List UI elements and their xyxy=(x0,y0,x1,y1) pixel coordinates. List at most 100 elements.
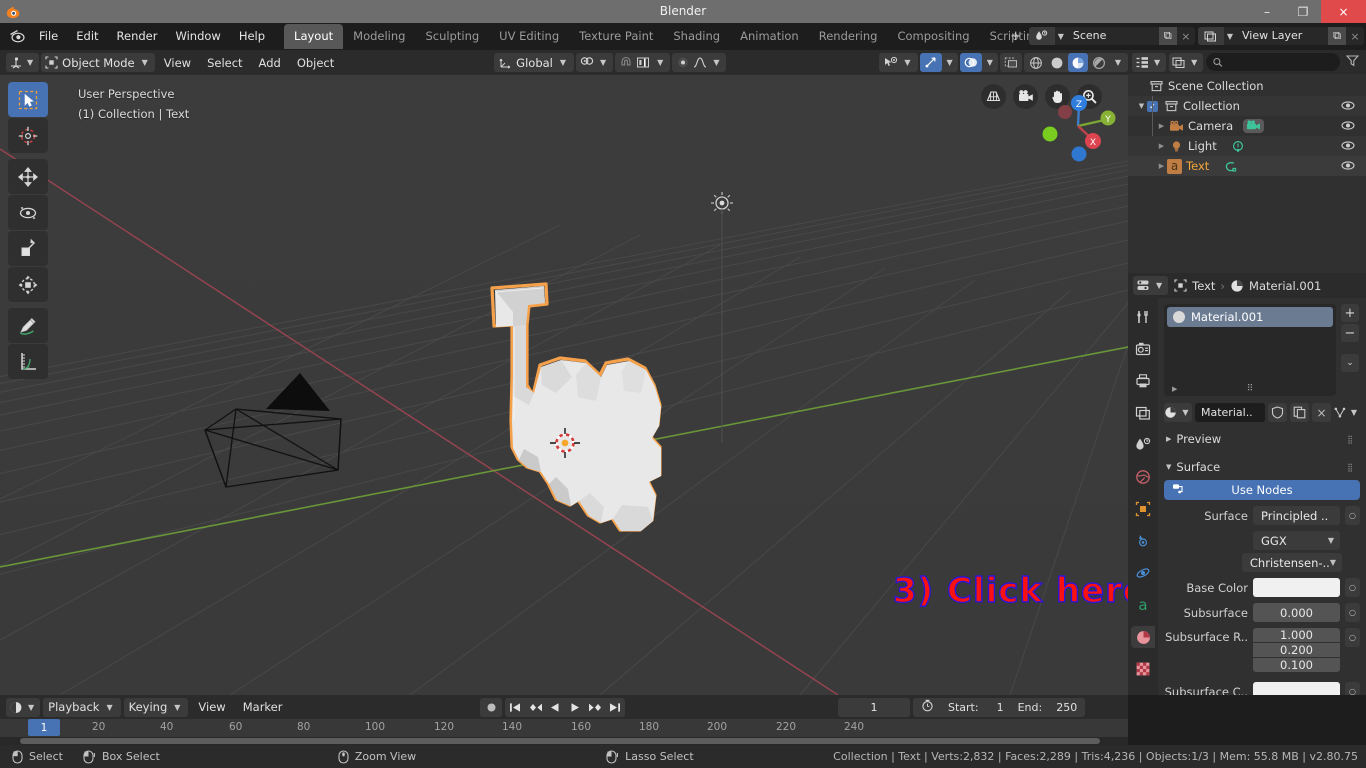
expand-icon[interactable]: ▶ xyxy=(1172,385,1177,393)
outliner-row-text[interactable]: ▶ a Text xyxy=(1128,156,1366,176)
outliner-row-camera[interactable]: ▶ Camera xyxy=(1128,116,1366,136)
delete-viewlayer-button[interactable]: × xyxy=(1346,27,1364,45)
tab-uv-editing[interactable]: UV Editing xyxy=(489,24,569,49)
viewport-menu-select[interactable]: Select xyxy=(200,53,249,73)
outliner-filter-icon[interactable] xyxy=(1343,54,1362,70)
snapping-toggle[interactable]: ▼ xyxy=(576,53,614,72)
properties-editor[interactable]: ▼ Text › Material.001 a Material.001 ▶ ⠿… xyxy=(1128,273,1366,695)
chevron-right-icon[interactable]: ▶ xyxy=(1156,122,1167,130)
menu-help[interactable]: Help xyxy=(230,26,274,46)
subsurface-color-swatch[interactable] xyxy=(1253,682,1340,695)
material-slot-list[interactable]: Material.001 ▶ ⠿ xyxy=(1164,304,1336,396)
timeline-menu-marker[interactable]: Marker xyxy=(236,697,290,717)
editor-type-selector[interactable]: ▼ xyxy=(6,53,40,72)
annotate-tool[interactable] xyxy=(8,308,48,343)
material-name-field[interactable]: Material.. xyxy=(1195,403,1265,422)
subsurface-link-icon[interactable]: ○ xyxy=(1345,603,1360,622)
timeline-playhead[interactable]: 1 xyxy=(28,719,60,736)
3d-viewport[interactable]: ▼ Object Mode ▼ View Select Add Object G… xyxy=(0,50,1128,695)
tab-texture-paint[interactable]: Texture Paint xyxy=(569,24,663,49)
outliner-editor[interactable]: ▼ ▼ Scene Collection ▼ Collection ▶ Came… xyxy=(1128,50,1366,273)
jump-end-icon[interactable] xyxy=(605,698,625,717)
object-data-tab[interactable]: a xyxy=(1131,594,1155,616)
tab-compositing[interactable]: Compositing xyxy=(887,24,979,49)
subsurface-method-dropdown[interactable]: Christensen-.. ▼ xyxy=(1241,553,1342,572)
subsurface-radius-z[interactable]: 0.100 xyxy=(1253,658,1340,672)
timeline-editor-type[interactable]: ▼ xyxy=(6,697,41,717)
viewlayer-selector[interactable]: ▼ View Layer ⧉ × xyxy=(1197,27,1364,45)
unlink-material-button[interactable]: × xyxy=(1312,403,1331,422)
object-tab[interactable] xyxy=(1131,498,1155,520)
outliner-display-mode[interactable]: ▼ xyxy=(1169,52,1204,72)
play-reverse-icon[interactable] xyxy=(545,698,565,717)
material-tab[interactable] xyxy=(1131,626,1155,648)
overlays-toggle[interactable]: ▼ xyxy=(959,53,998,72)
add-material-slot-button[interactable]: + xyxy=(1341,304,1359,322)
tab-animation[interactable]: Animation xyxy=(730,24,809,49)
material-slot-specials-menu[interactable]: ⌄ xyxy=(1341,354,1359,372)
keying-menu[interactable]: Keying ▼ xyxy=(123,697,189,717)
scene-tab[interactable] xyxy=(1131,434,1155,456)
base-color-link-icon[interactable]: ○ xyxy=(1345,578,1360,597)
scene-selector[interactable]: ▼ Scene ⧉ × xyxy=(1028,27,1195,45)
preview-panel-header[interactable]: ▶ Preview ⣿ xyxy=(1164,428,1360,450)
subsurface-radius-link-icon[interactable]: ○ xyxy=(1345,628,1360,647)
timeline-menu-view[interactable]: View xyxy=(191,697,232,717)
hide-in-viewport-icon[interactable] xyxy=(1341,159,1355,175)
maximize-button[interactable]: ❐ xyxy=(1285,0,1321,23)
tab-sculpting[interactable]: Sculpting xyxy=(415,24,489,49)
menu-edit[interactable]: Edit xyxy=(67,26,107,46)
shading-wireframe-button[interactable] xyxy=(1026,53,1046,72)
auto-keying-button[interactable] xyxy=(480,697,502,717)
grip-dots-icon[interactable]: ⠿ xyxy=(1247,384,1254,394)
camera-data-icon[interactable] xyxy=(1243,119,1265,133)
next-keyframe-icon[interactable] xyxy=(585,698,605,717)
jump-start-icon[interactable] xyxy=(505,698,525,717)
tool-tab[interactable] xyxy=(1131,306,1155,328)
distribution-dropdown[interactable]: GGX ▼ xyxy=(1253,531,1340,550)
playback-menu[interactable]: Playback ▼ xyxy=(43,697,121,717)
timeline-ruler[interactable]: 1 20 40 60 80 100 120 140 160 180 200 22… xyxy=(0,719,1128,737)
outliner-filter-field[interactable] xyxy=(1227,56,1333,68)
close-button[interactable]: × xyxy=(1321,0,1366,23)
subsurface-value[interactable]: 0.000 xyxy=(1253,603,1340,622)
chevron-right-icon[interactable]: ▶ xyxy=(1156,162,1167,170)
new-material-button[interactable] xyxy=(1290,403,1309,422)
properties-editor-type[interactable]: ▼ xyxy=(1133,276,1169,295)
scale-tool[interactable] xyxy=(8,231,48,266)
outliner-row-scene-collection[interactable]: Scene Collection xyxy=(1128,76,1366,96)
hide-in-viewport-icon[interactable] xyxy=(1341,99,1355,115)
physics-tab[interactable] xyxy=(1131,562,1155,584)
panel-grip-icon[interactable]: ⣿ xyxy=(1347,435,1354,444)
transform-orientation-selector[interactable]: Global ▼ xyxy=(494,53,575,72)
transform-tool[interactable] xyxy=(8,267,48,302)
tab-modeling[interactable]: Modeling xyxy=(343,24,415,49)
timeline-scroll-area[interactable] xyxy=(0,737,1128,745)
subsurface-color-link-icon[interactable]: ○ xyxy=(1345,682,1360,695)
font-data-icon[interactable] xyxy=(1223,160,1238,173)
prev-keyframe-icon[interactable] xyxy=(525,698,545,717)
material-link-selector[interactable]: ▼ xyxy=(1334,403,1360,422)
gizmo-toggle[interactable]: ▼ xyxy=(919,53,958,72)
shading-mode-group[interactable]: ▼ xyxy=(1023,53,1128,72)
start-frame-value[interactable]: 1 xyxy=(997,701,1004,714)
shading-solid-button[interactable] xyxy=(1047,53,1067,72)
use-preview-range-icon[interactable] xyxy=(921,699,934,715)
measure-tool[interactable] xyxy=(8,344,48,379)
subsurface-radius-x[interactable]: 1.000 xyxy=(1253,628,1340,642)
fake-user-button[interactable] xyxy=(1268,403,1287,422)
menu-render[interactable]: Render xyxy=(108,26,167,46)
tweak-select-tool[interactable] xyxy=(8,82,48,117)
new-scene-button[interactable]: + xyxy=(1006,29,1026,44)
new-viewlayer-button[interactable]: ⧉ xyxy=(1328,27,1346,45)
use-nodes-button[interactable]: Use Nodes xyxy=(1164,480,1360,500)
surface-shader-link-icon[interactable]: ○ xyxy=(1345,506,1360,525)
material-slot-item[interactable]: Material.001 xyxy=(1167,307,1333,327)
camera-view-icon[interactable] xyxy=(1013,84,1038,109)
chevron-down-icon[interactable]: ▼ xyxy=(1136,102,1147,110)
new-scene-copy-button[interactable]: ⧉ xyxy=(1158,27,1177,45)
hide-in-viewport-icon[interactable] xyxy=(1341,139,1355,155)
browse-material-button[interactable]: ▼ xyxy=(1164,403,1192,422)
subsurface-radius-y[interactable]: 0.200 xyxy=(1253,643,1340,657)
play-icon[interactable] xyxy=(565,698,585,717)
